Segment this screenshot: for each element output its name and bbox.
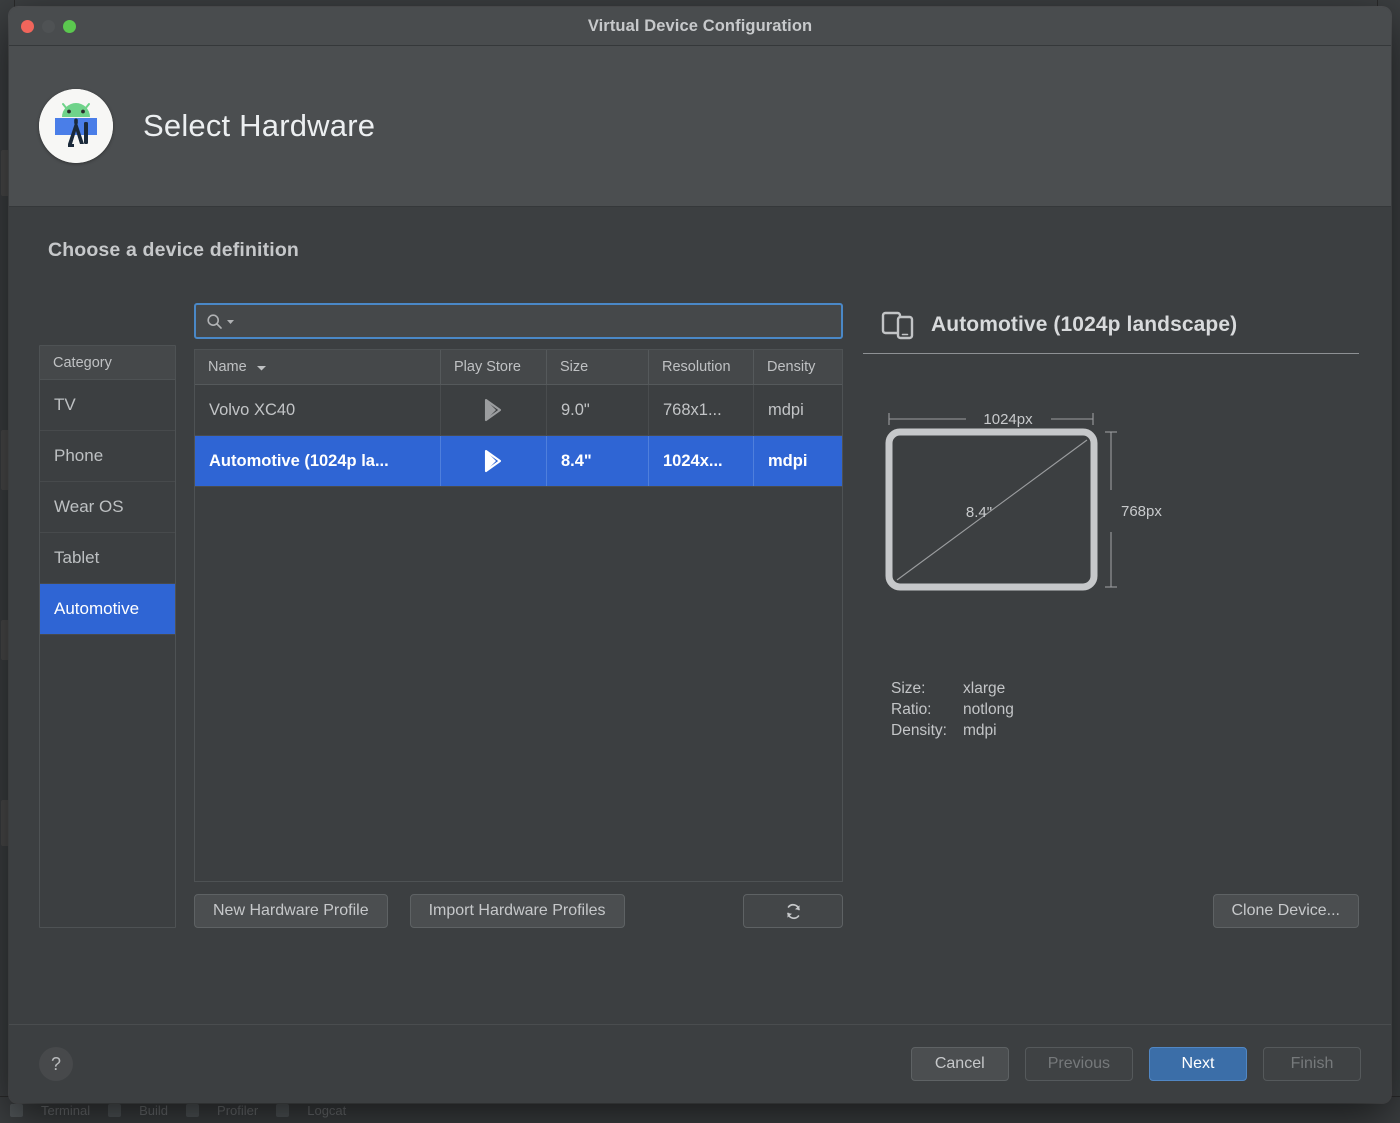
category-item-tablet[interactable]: Tablet xyxy=(40,533,175,584)
clone-device-row: Clone Device... xyxy=(861,894,1361,928)
table-row[interactable]: Volvo XC40 9.0" 768x1... mdpi xyxy=(195,385,842,436)
search-icon xyxy=(206,313,223,330)
spec-size-key: Size: xyxy=(891,678,963,699)
cell-resolution: 1024x... xyxy=(649,436,754,486)
backdrop-status-text: Profiler xyxy=(217,1103,258,1118)
triangle-down-icon[interactable] xyxy=(226,317,235,326)
preview-divider xyxy=(863,353,1359,354)
device-table-empty-area xyxy=(195,487,842,881)
spec-ratio: Ratio: notlong xyxy=(891,699,1361,720)
import-hardware-profiles-button[interactable]: Import Hardware Profiles xyxy=(410,894,625,928)
device-specs: Size: xlarge Ratio: notlong Density: mdp… xyxy=(891,678,1361,741)
column-header-density[interactable]: Density xyxy=(754,350,843,384)
category-item-phone[interactable]: Phone xyxy=(40,431,175,482)
backdrop-status-text: Logcat xyxy=(307,1103,346,1118)
backdrop-status-icon xyxy=(186,1104,199,1117)
spec-density-key: Density: xyxy=(891,720,963,741)
window-title: Virtual Device Configuration xyxy=(9,17,1391,36)
cell-name: Automotive (1024p la... xyxy=(195,436,441,486)
column-header-size[interactable]: Size xyxy=(547,350,649,384)
maximize-window-button[interactable] xyxy=(63,20,76,33)
spec-density-value: mdpi xyxy=(963,720,997,741)
cell-size: 8.4" xyxy=(547,436,649,486)
dialog-body: Choose a device definition Category TV P… xyxy=(9,207,1391,1024)
section-title: Choose a device definition xyxy=(48,239,1361,262)
cancel-button[interactable]: Cancel xyxy=(911,1047,1009,1081)
backdrop-status-text: Build xyxy=(139,1103,168,1118)
google-play-icon xyxy=(441,436,547,486)
finish-button: Finish xyxy=(1263,1047,1361,1081)
table-row[interactable]: Automotive (1024p la... 8.4" 1024x... md… xyxy=(195,436,842,487)
cell-resolution: 768x1... xyxy=(649,385,754,435)
category-item-wear-os[interactable]: Wear OS xyxy=(40,482,175,533)
android-studio-icon xyxy=(39,89,113,163)
refresh-button[interactable] xyxy=(743,894,843,928)
virtual-device-configuration-dialog: Virtual Device Configuration xyxy=(9,7,1391,1103)
backdrop-status-text: Terminal xyxy=(41,1103,90,1118)
device-table-column: Name Play Store Size Resolution Density xyxy=(194,303,843,928)
spec-size-value: xlarge xyxy=(963,678,1005,699)
spec-ratio-value: notlong xyxy=(963,699,1014,720)
spec-density: Density: mdpi xyxy=(891,720,1361,741)
category-list-empty-area xyxy=(40,635,175,927)
window-titlebar[interactable]: Virtual Device Configuration xyxy=(9,7,1391,46)
dialog-header: Select Hardware xyxy=(9,46,1391,207)
google-play-icon xyxy=(441,385,547,435)
search-input[interactable] xyxy=(238,312,841,330)
category-header: Category xyxy=(40,346,175,380)
devices-icon xyxy=(881,310,915,340)
height-label: 768px xyxy=(1121,503,1162,520)
backdrop-status-icon xyxy=(276,1104,289,1117)
page-title: Select Hardware xyxy=(143,108,375,144)
width-label: 1024px xyxy=(983,411,1033,428)
device-preview-panel: Automotive (1024p landscape) 1024px xyxy=(861,303,1361,928)
dialog-footer: ? Cancel Previous Next Finish xyxy=(9,1024,1391,1103)
column-header-name[interactable]: Name xyxy=(195,350,441,384)
search-field[interactable] xyxy=(194,303,843,339)
next-button[interactable]: Next xyxy=(1149,1047,1247,1081)
category-item-automotive[interactable]: Automotive xyxy=(40,584,175,635)
cell-name: Volvo XC40 xyxy=(195,385,441,435)
cell-density: mdpi xyxy=(754,436,843,486)
device-picker: Category TV Phone Wear OS Tablet Automot… xyxy=(39,303,1361,928)
backdrop-status-icon xyxy=(108,1104,121,1117)
previous-button: Previous xyxy=(1025,1047,1133,1081)
backdrop-status-icon xyxy=(10,1104,23,1117)
spec-size: Size: xlarge xyxy=(891,678,1361,699)
minimize-window-button[interactable] xyxy=(42,20,55,33)
spec-ratio-key: Ratio: xyxy=(891,699,963,720)
close-window-button[interactable] xyxy=(21,20,34,33)
device-table-header: Name Play Store Size Resolution Density xyxy=(195,350,842,385)
device-table-actions: New Hardware Profile Import Hardware Pro… xyxy=(194,894,843,928)
clone-device-button[interactable]: Clone Device... xyxy=(1213,894,1360,928)
category-list[interactable]: Category TV Phone Wear OS Tablet Automot… xyxy=(39,345,176,928)
preview-header: Automotive (1024p landscape) xyxy=(861,303,1361,347)
wizard-actions: Cancel Previous Next Finish xyxy=(911,1047,1361,1081)
cell-size: 9.0" xyxy=(547,385,649,435)
new-hardware-profile-button[interactable]: New Hardware Profile xyxy=(194,894,388,928)
cell-density: mdpi xyxy=(754,385,843,435)
refresh-icon xyxy=(784,902,803,921)
help-button[interactable]: ? xyxy=(39,1047,73,1081)
category-item-tv[interactable]: TV xyxy=(40,380,175,431)
device-dimension-diagram: 1024px 8.4" 768px xyxy=(861,382,1361,672)
category-column: Category TV Phone Wear OS Tablet Automot… xyxy=(39,345,176,928)
preview-title: Automotive (1024p landscape) xyxy=(931,313,1237,337)
column-header-name-label: Name xyxy=(208,359,247,375)
device-table[interactable]: Name Play Store Size Resolution Density xyxy=(194,349,843,882)
column-header-resolution[interactable]: Resolution xyxy=(649,350,754,384)
diagonal-label: 8.4" xyxy=(966,504,992,521)
window-controls xyxy=(9,20,76,33)
column-header-play-store[interactable]: Play Store xyxy=(441,350,547,384)
triangle-down-icon xyxy=(256,362,267,373)
